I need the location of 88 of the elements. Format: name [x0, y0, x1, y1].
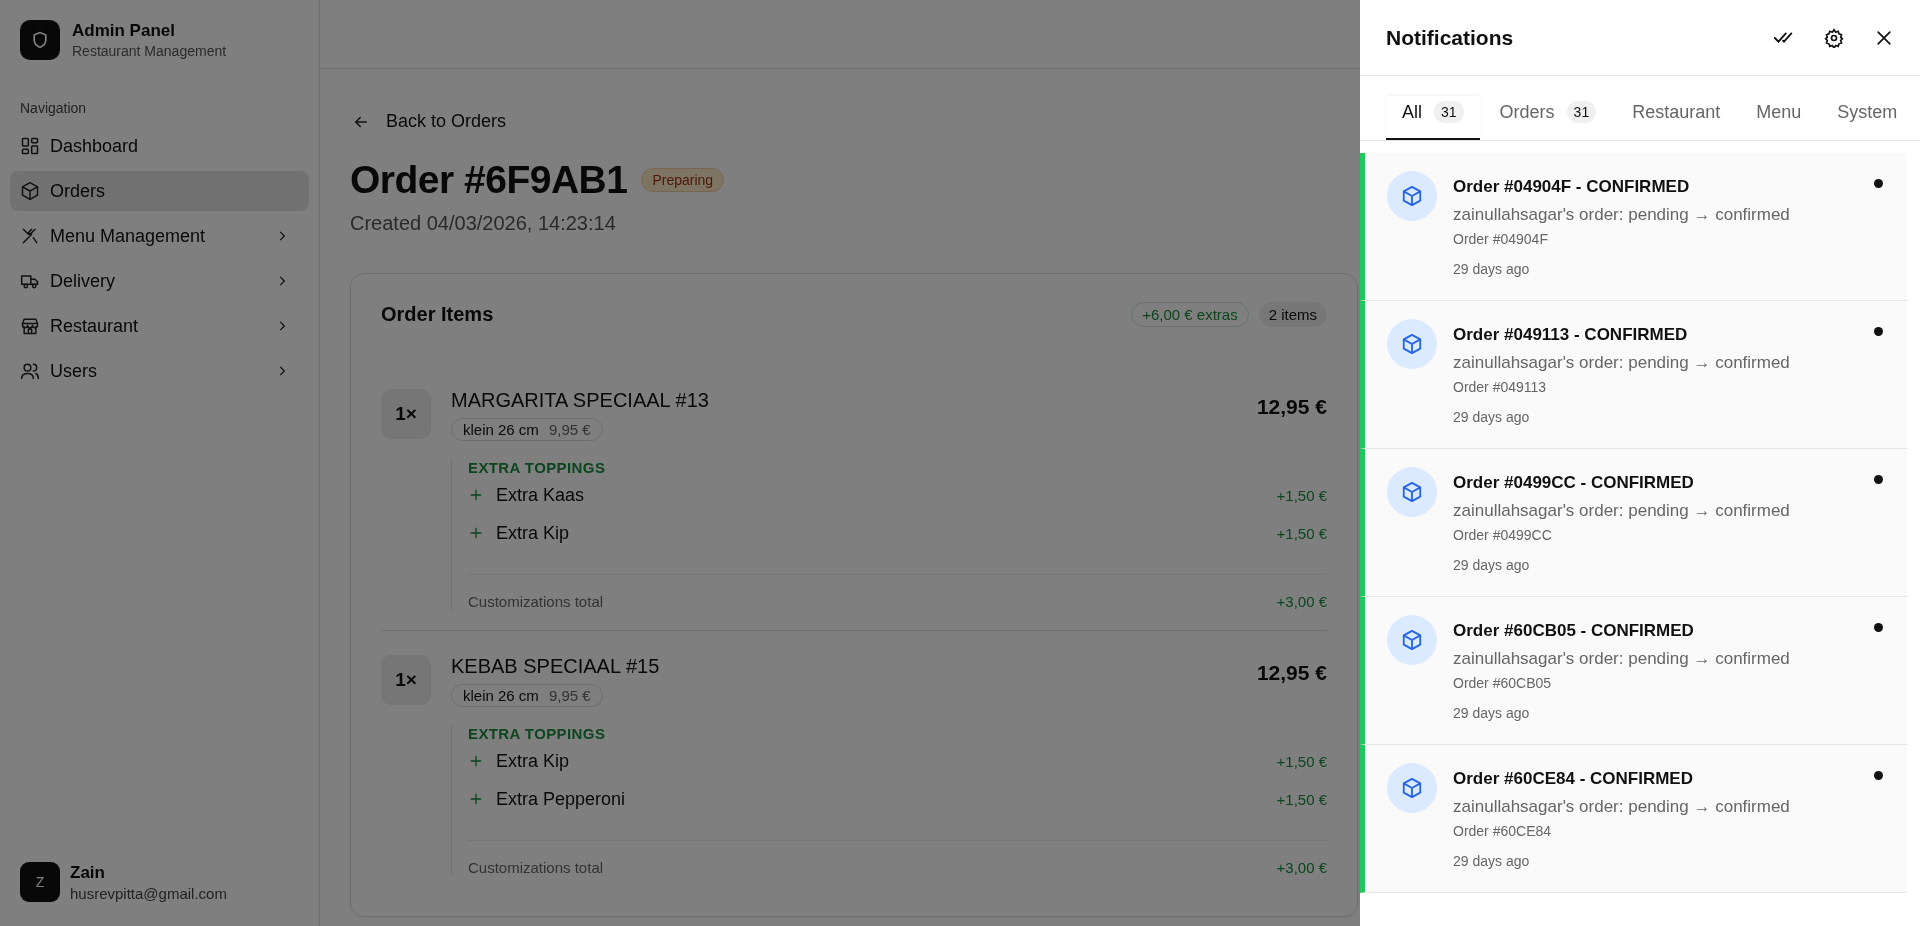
notification-title: Order #60CE84 - CONFIRMED — [1453, 769, 1694, 789]
box-icon — [20, 181, 40, 201]
order-reference: Order #60CB05 — [1453, 675, 1553, 691]
order-reference: Order #04904F — [1453, 231, 1549, 247]
package-icon — [1387, 171, 1437, 221]
group-title: EXTRA TOPPINGS — [468, 725, 607, 742]
extra-name: Extra Kaas — [496, 484, 586, 506]
extra-name: Extra Pepperoni — [496, 788, 627, 810]
app-title: Admin Panel — [72, 21, 176, 41]
nav-item[interactable]: Delivery — [10, 261, 309, 301]
card-title: Order Items — [381, 303, 494, 326]
notification-item[interactable]: Order #60CB05 - CONFIRMED zainullahsagar's order: pending → confirmed Order #60CB05 29 days ago — [1360, 597, 1907, 745]
order-title: Order #6F9AB1 — [350, 158, 628, 202]
extra-price: +1,50 € — [1276, 524, 1327, 542]
grid-icon — [20, 136, 40, 156]
plus-icon — [468, 791, 484, 807]
nav-item[interactable]: Dashboard — [10, 126, 309, 166]
total-price: +3,00 € — [1276, 593, 1327, 610]
order-reference: Order #0499CC — [1453, 527, 1553, 543]
app-subtitle: Restaurant Management — [72, 43, 227, 59]
timestamp: 29 days ago — [1453, 853, 1531, 869]
unread-dot — [1874, 327, 1883, 336]
unread-dot — [1874, 771, 1883, 780]
notification-message: zainullahsagar's order: pending → confirmed — [1453, 205, 1791, 225]
status-badge: Preparing — [641, 168, 725, 192]
store-icon — [20, 316, 40, 336]
extra-name: Extra Kip — [496, 750, 571, 772]
user-avatar: Z — [20, 862, 60, 902]
notification-title: Order #0499CC - CONFIRMED — [1453, 473, 1695, 493]
timestamp: 29 days ago — [1453, 261, 1531, 277]
item-price: 12,95 € — [1256, 394, 1327, 420]
order-reference: Order #049113 — [1453, 379, 1548, 395]
order-reference: Order #60CE84 — [1453, 823, 1553, 839]
notification-message: zainullahsagar's order: pending → confirmed — [1453, 649, 1791, 669]
notification-message: zainullahsagar's order: pending → confirmed — [1453, 501, 1791, 521]
filter-tab[interactable]: Restaurant — [1616, 96, 1737, 140]
back-link[interactable]: Back to Orders — [350, 107, 511, 136]
user-name: Zain — [70, 862, 106, 883]
package-icon — [1387, 319, 1437, 369]
unread-dot — [1874, 179, 1883, 188]
notification-item[interactable]: Order #049113 - CONFIRMED zainullahsagar's order: pending → confirmed Order #049113 29 days ago — [1360, 301, 1907, 449]
timestamp: 29 days ago — [1453, 557, 1531, 573]
extra-price: +1,50 € — [1276, 790, 1327, 808]
extra-price: +1,50 € — [1276, 752, 1327, 770]
plus-icon — [468, 525, 484, 541]
package-icon — [1387, 763, 1437, 813]
nav-item[interactable]: Restaurant — [10, 306, 309, 346]
nav-item[interactable]: Menu Management — [10, 216, 309, 256]
item-price: 12,95 € — [1256, 660, 1327, 686]
unread-dot — [1874, 475, 1883, 484]
package-icon — [1387, 467, 1437, 517]
nav-item[interactable]: Orders — [10, 171, 309, 211]
shield-logo-icon — [20, 20, 60, 60]
panel-title: Notifications — [1386, 25, 1514, 50]
item-name: KEBAB SPECIAAL #15 — [451, 655, 660, 678]
unread-dot — [1874, 623, 1883, 632]
group-title: EXTRA TOPPINGS — [468, 459, 607, 476]
notification-message: zainullahsagar's order: pending → confirmed — [1453, 353, 1791, 373]
user-email: husrevpitta@gmail.com — [70, 884, 227, 902]
total-label: Customizations total — [468, 593, 604, 610]
total-price: +3,00 € — [1276, 859, 1327, 876]
notification-title: Order #04904F - CONFIRMED — [1453, 177, 1691, 197]
item-name: MARGARITA SPECIAAL #13 — [451, 389, 709, 412]
notification-message: zainullahsagar's order: pending → confirmed — [1453, 797, 1791, 817]
notification-item[interactable]: Order #60CE84 - CONFIRMED zainullahsagar's order: pending → confirmed Order #60CE84 29 days ago — [1360, 745, 1907, 893]
plus-icon — [468, 487, 484, 503]
created-date: Created 04/03/2026, 14:23:14 — [350, 212, 617, 235]
timestamp: 29 days ago — [1453, 705, 1531, 721]
package-icon — [1387, 615, 1437, 665]
section-label: Navigation — [20, 100, 88, 116]
item-count-badge: 2 items — [1258, 302, 1327, 327]
total-label: Customizations total — [468, 859, 604, 876]
notification-item[interactable]: Order #0499CC - CONFIRMED zainullahsagar's order: pending → confirmed Order #0499CC 29 days ago — [1360, 449, 1907, 597]
notification-title: Order #60CB05 - CONFIRMED — [1453, 621, 1695, 641]
notification-item[interactable]: Order #04904F - CONFIRMED zainullahsagar's order: pending → confirmed Order #04904F 29 days ago — [1360, 153, 1907, 301]
filter-tab[interactable]: Orders 31 — [1483, 96, 1613, 140]
filter-tab[interactable]: Menu — [1740, 96, 1818, 140]
quantity-badge: 1× — [381, 389, 431, 439]
nav-item[interactable]: Users — [10, 351, 309, 391]
filter-tab[interactable]: System — [1821, 96, 1914, 140]
users-icon — [20, 361, 40, 381]
notification-title: Order #049113 - CONFIRMED — [1453, 325, 1689, 345]
extra-price: +1,50 € — [1276, 486, 1327, 504]
filter-tab[interactable]: All 31 — [1386, 96, 1480, 140]
extra-name: Extra Kip — [496, 522, 571, 544]
plus-icon — [468, 753, 484, 769]
timestamp: 29 days ago — [1453, 409, 1531, 425]
quantity-badge: 1× — [381, 655, 431, 705]
